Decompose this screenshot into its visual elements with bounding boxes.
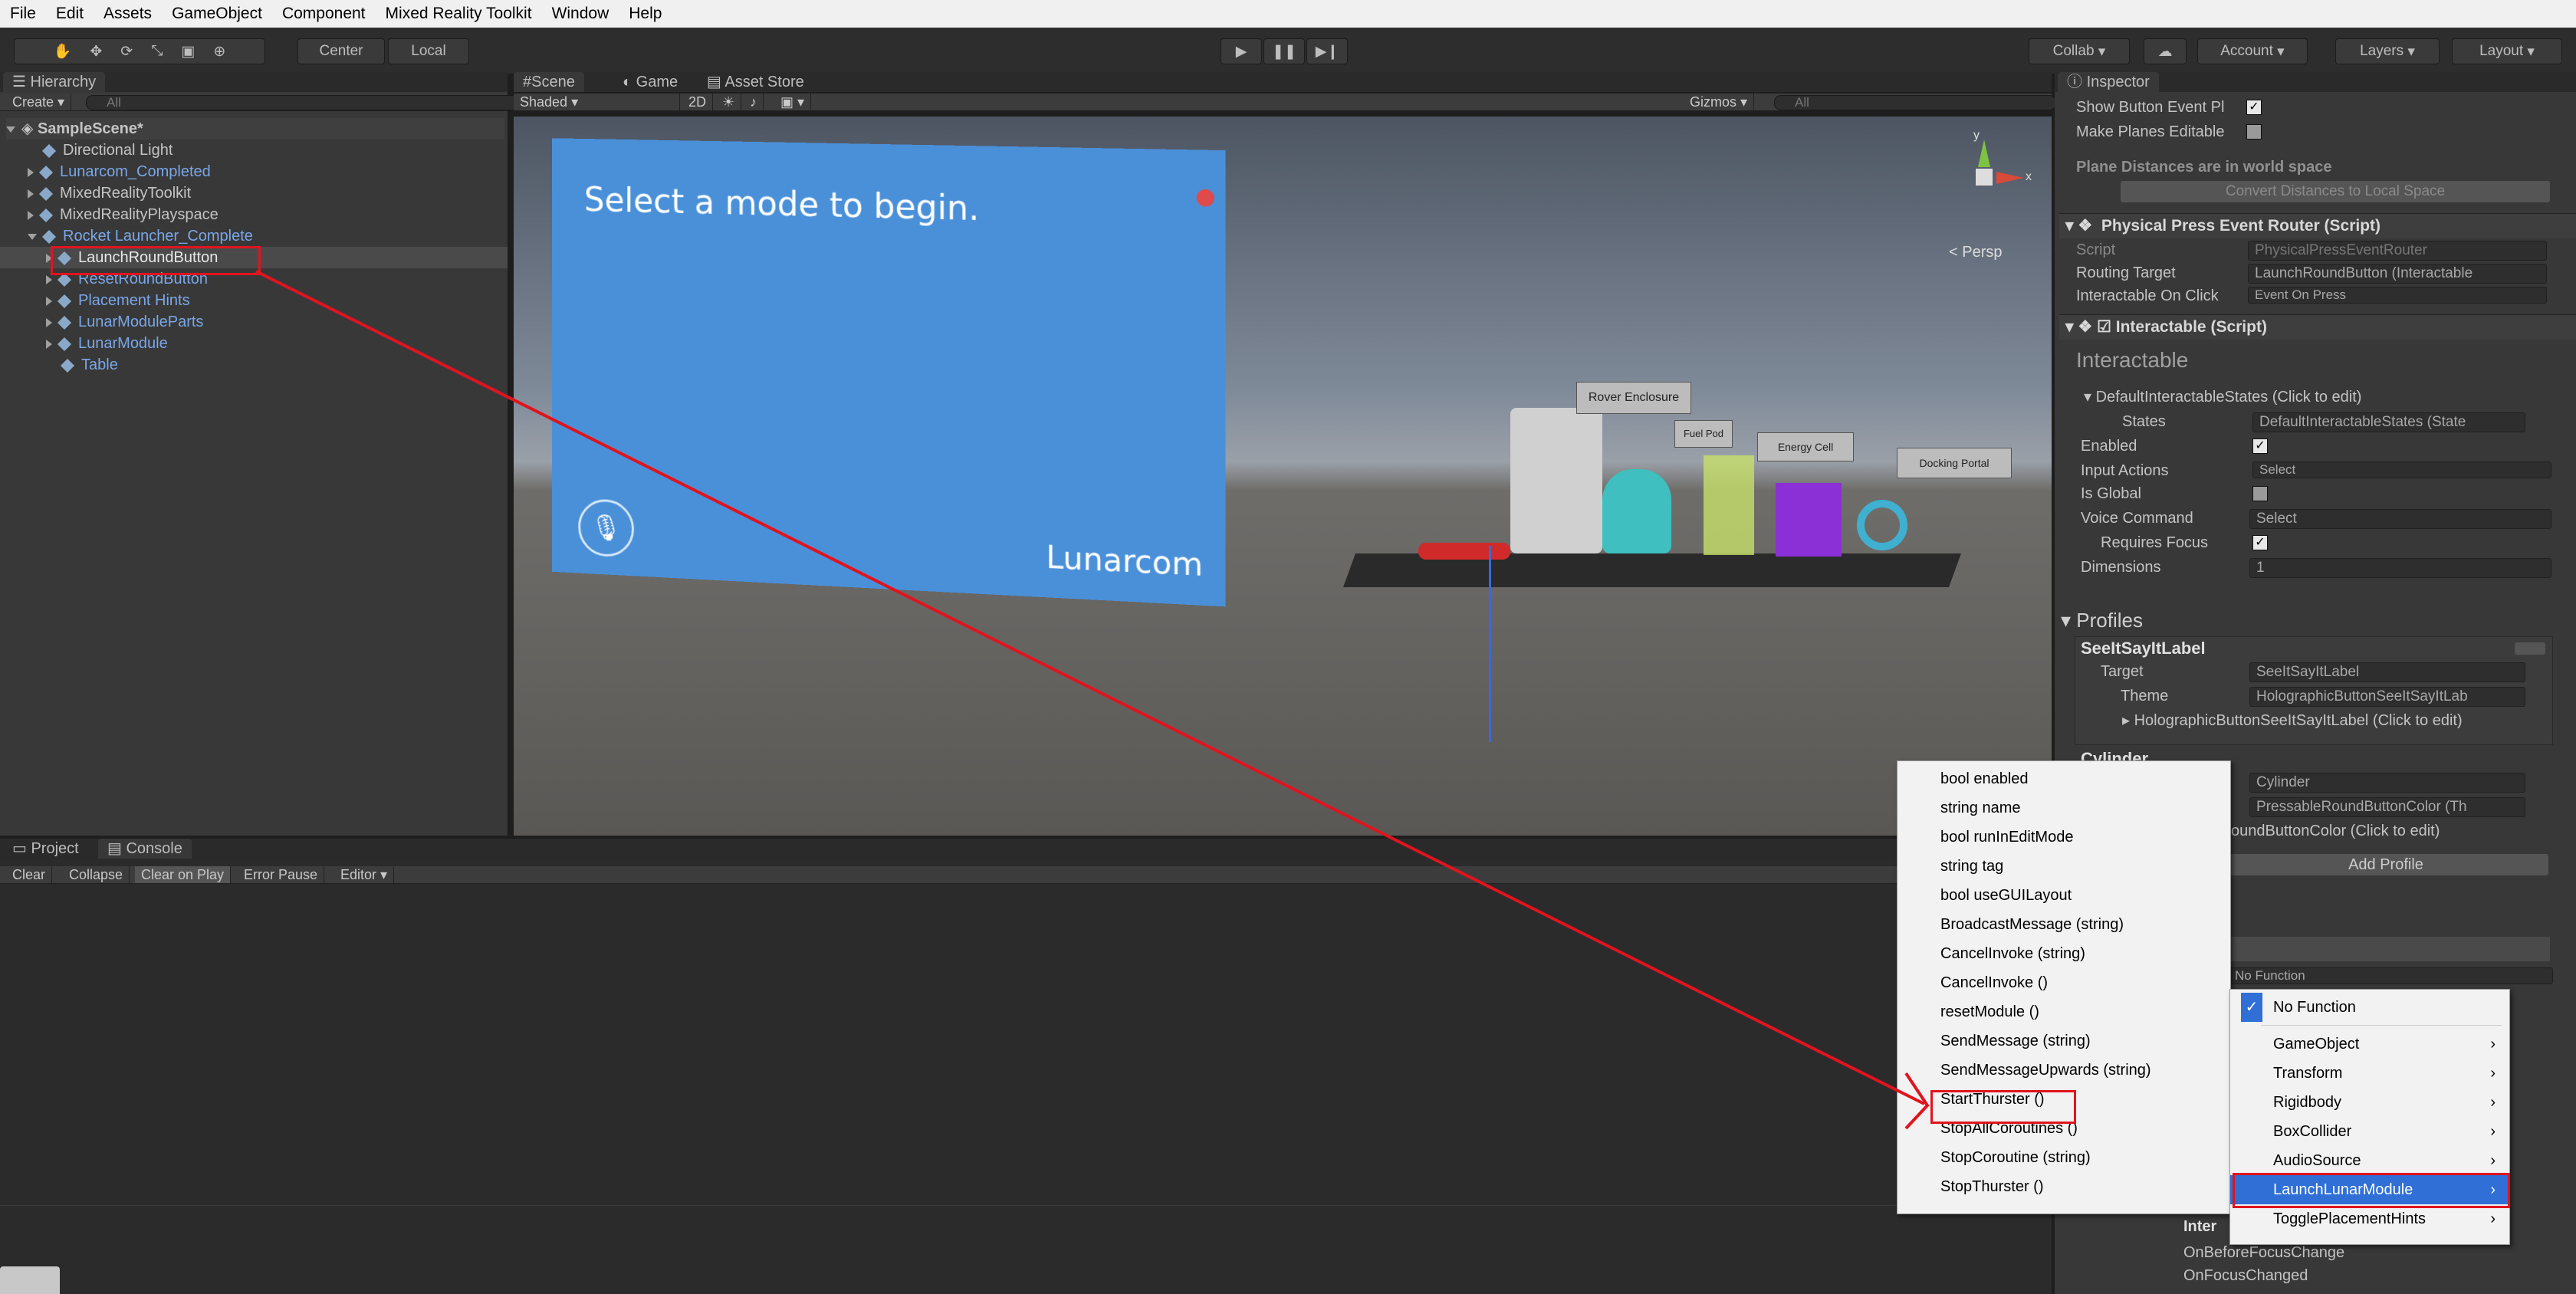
annotation-arrow: [255, 270, 1930, 1130]
